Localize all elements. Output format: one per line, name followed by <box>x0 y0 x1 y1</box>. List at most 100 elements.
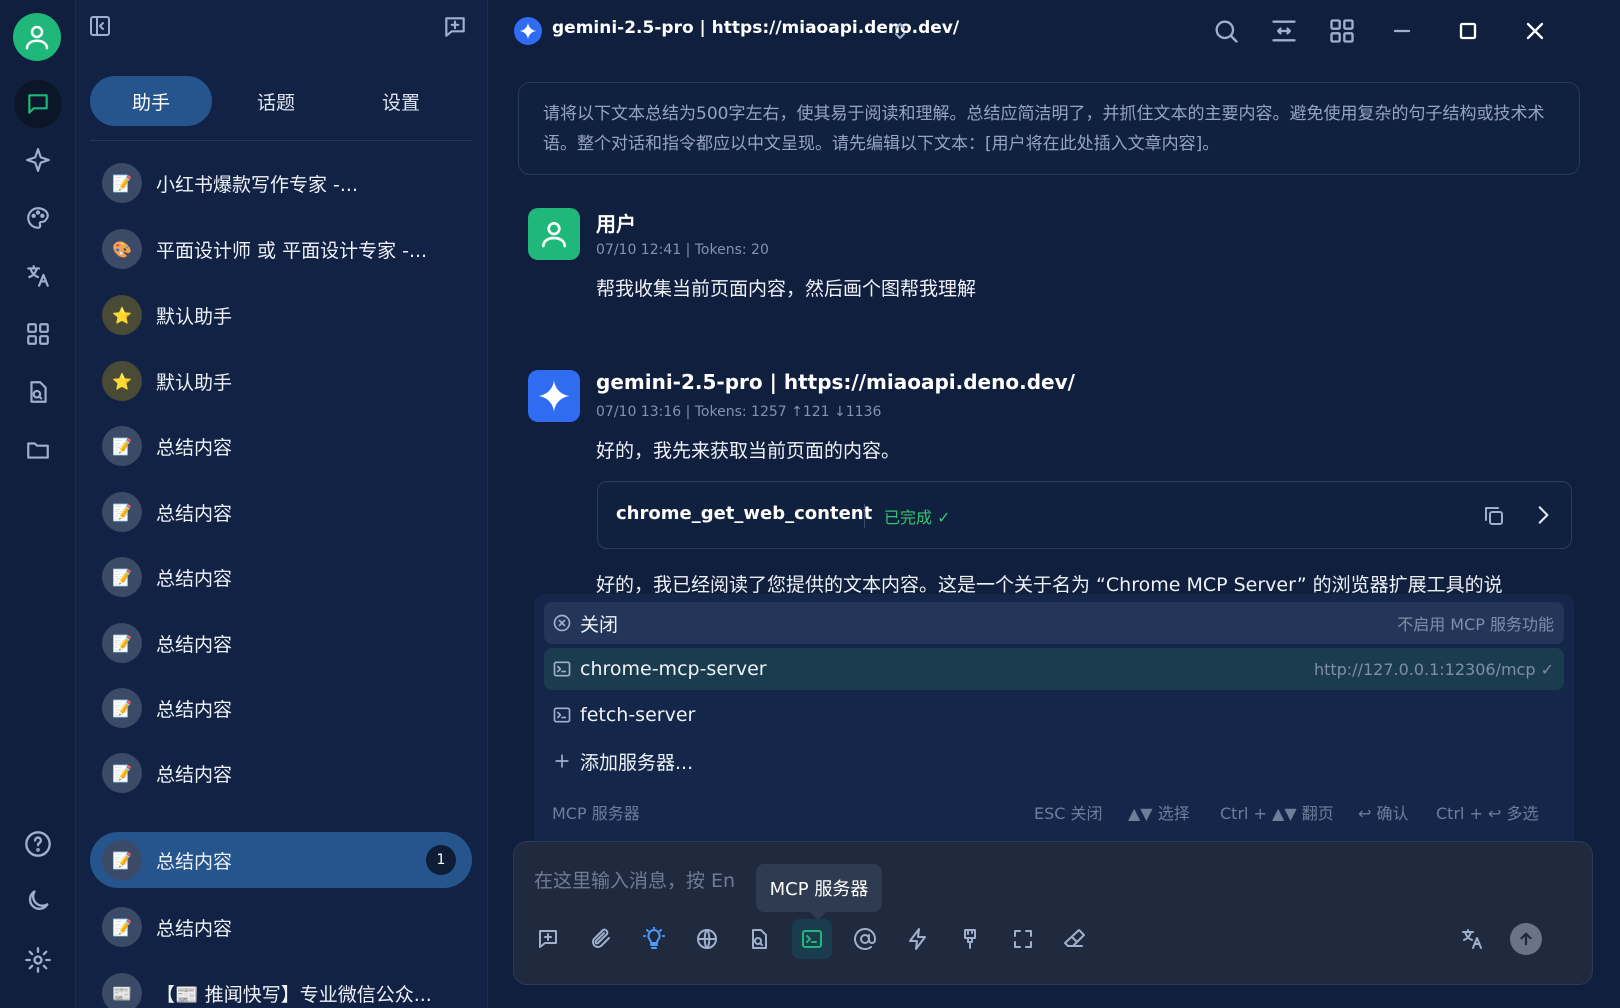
close-window-button[interactable] <box>1521 17 1549 45</box>
assistant-item[interactable]: 📝 小红书爆款写作专家 -... <box>90 155 472 211</box>
assistant-panel: 助手 话题 设置 📝 小红书爆款写作专家 -... 🎨 平面设计师 或 平面设计… <box>76 0 488 1008</box>
assistant-item-label: 平面设计师 或 平面设计专家 -... <box>156 239 428 262</box>
mcp-server-button[interactable] <box>792 919 832 959</box>
mcp-add-server[interactable]: 添加服务器... <box>544 740 1564 782</box>
memo-icon: 📝 <box>102 753 142 793</box>
new-topic-button[interactable] <box>442 14 468 40</box>
fullscreen-button[interactable] <box>1003 919 1043 959</box>
assistant-item[interactable]: 📝 总结内容 <box>90 680 472 736</box>
knowledge-nav-button[interactable] <box>14 368 62 416</box>
palette-icon: 🎨 <box>102 229 142 269</box>
terminal-icon <box>802 930 822 948</box>
files-nav-button[interactable] <box>14 426 62 474</box>
assistant-item[interactable]: 📝 总结内容 <box>90 549 472 605</box>
mcp-option-fetch[interactable]: fetch-server <box>544 694 1564 736</box>
assistant-item[interactable]: 📰 【📰 推闻快写】专业微信公众... <box>90 965 472 1008</box>
paintings-nav-button[interactable] <box>14 194 62 242</box>
assistant-item-label: 总结内容 <box>156 502 233 525</box>
lightbulb-icon <box>643 927 665 949</box>
header: gemini-2.5-pro | https://miaoapi.deno.de… <box>488 0 1620 62</box>
sidebar-collapse-icon <box>90 16 110 36</box>
expand-button[interactable] <box>1530 502 1556 528</box>
theme-toggle-button[interactable] <box>14 878 62 926</box>
memo-icon: 📝 <box>102 840 142 880</box>
mcp-option-url: http://127.0.0.1:12306/mcp ✓ <box>1313 659 1554 679</box>
assistant-item[interactable]: ⭐ 默认助手 <box>90 353 472 409</box>
tab-assistants[interactable]: 助手 <box>90 76 212 126</box>
expand-icon <box>1014 930 1032 948</box>
assistant-item[interactable]: 📝 总结内容 <box>90 484 472 540</box>
grid-icon <box>1330 19 1354 43</box>
translate-nav-button[interactable] <box>14 252 62 300</box>
clear-button[interactable] <box>1055 919 1095 959</box>
maximize-button[interactable] <box>1454 17 1482 45</box>
user-msg-text: 帮我收集当前页面内容，然后画个图帮我理解 <box>596 278 977 300</box>
gear-icon <box>25 947 51 973</box>
hint-select: ▲▼ 选择 <box>1128 804 1190 823</box>
assistant-item-label: 总结内容 <box>156 567 233 590</box>
assistant-item-label: 总结内容 <box>156 917 233 940</box>
divider <box>864 504 865 528</box>
star-icon: ⭐ <box>102 361 142 401</box>
close-icon <box>1526 22 1544 40</box>
chat-icon <box>28 94 48 114</box>
tab-topics[interactable]: 话题 <box>215 76 337 126</box>
chevron-updown-icon[interactable] <box>892 20 908 42</box>
assistant-item-label: 【📰 推闻快写】专业微信公众... <box>156 983 432 1006</box>
minimize-button[interactable] <box>1388 17 1416 45</box>
web-search-button[interactable] <box>687 919 727 959</box>
search-icon <box>1215 20 1238 43</box>
assistant-item[interactable]: 📝 总结内容 <box>90 418 472 474</box>
system-prompt[interactable]: 请将以下文本总结为500字左右，使其易于阅读和理解。总结应简洁明了，并抓住文本的… <box>518 82 1580 175</box>
folder-icon <box>27 442 49 459</box>
settings-button[interactable] <box>14 936 62 984</box>
close-circle-icon <box>553 614 571 632</box>
mention-button[interactable] <box>845 919 885 959</box>
user-msg-meta: 07/10 12:41 | Tokens: 20 <box>596 242 769 258</box>
ai-model-name: gemini-2.5-pro | https://miaoapi.deno.de… <box>596 370 1075 394</box>
grid-view-button[interactable] <box>1328 17 1356 45</box>
newspaper-icon: 📰 <box>102 973 142 1008</box>
tab-settings[interactable]: 设置 <box>340 76 462 126</box>
copy-icon <box>1485 507 1503 525</box>
minimize-icon <box>1393 29 1411 33</box>
assistant-item[interactable]: 📝 总结内容 <box>90 899 472 955</box>
ai-msg-text: 好的，我已经阅读了您提供的文本内容。这是一个关于名为 “Chrome MCP S… <box>596 574 1503 596</box>
sparkle-nav-button[interactable] <box>14 136 62 184</box>
clear-context-button[interactable] <box>950 919 990 959</box>
user-avatar[interactable] <box>13 13 61 61</box>
plus-icon <box>555 754 569 768</box>
assistant-item-label: 总结内容 <box>156 698 233 721</box>
mcp-option-off[interactable]: 关闭 不启用 MCP 服务功能 <box>544 602 1564 644</box>
memo-icon: 📝 <box>102 688 142 728</box>
assistant-item-active[interactable]: 📝 总结内容 1 <box>90 832 472 888</box>
message-input-box[interactable]: 在这里输入消息，按 En <box>513 841 1593 985</box>
assistant-item[interactable]: 📝 总结内容 <box>90 745 472 801</box>
new-chat-icon <box>445 17 465 37</box>
assistant-item[interactable]: 📝 总结内容 <box>90 615 472 671</box>
layout-button[interactable] <box>1270 17 1298 45</box>
quick-phrase-button[interactable] <box>898 919 938 959</box>
knowledge-button[interactable] <box>739 919 779 959</box>
apps-nav-button[interactable] <box>14 310 62 358</box>
toggle-sidebar-button[interactable] <box>88 14 112 38</box>
maximize-icon <box>1459 22 1477 40</box>
assistant-item[interactable]: ⭐ 默认助手 <box>90 287 472 343</box>
message-input[interactable]: 在这里输入消息，按 En <box>534 866 735 893</box>
help-button[interactable] <box>14 820 62 868</box>
mcp-option-chrome[interactable]: chrome-mcp-server http://127.0.0.1:12306… <box>544 648 1564 690</box>
search-button[interactable] <box>1212 17 1240 45</box>
copy-button[interactable] <box>1482 504 1506 528</box>
new-topic-button[interactable] <box>528 919 568 959</box>
send-button[interactable] <box>1506 919 1546 959</box>
assistant-item[interactable]: 🎨 平面设计师 或 平面设计专家 -... <box>90 221 472 277</box>
star-icon: ⭐ <box>102 295 142 335</box>
thinking-button[interactable] <box>634 919 674 959</box>
sparkle-icon <box>26 148 50 172</box>
panel-divider <box>90 140 472 141</box>
tool-call-card[interactable]: chrome_get_web_content 已完成 ✓ <box>597 481 1572 549</box>
chat-nav-button[interactable] <box>14 80 62 128</box>
memo-icon: 📝 <box>102 492 142 532</box>
attach-button[interactable] <box>581 919 621 959</box>
translate-button[interactable] <box>1452 919 1492 959</box>
